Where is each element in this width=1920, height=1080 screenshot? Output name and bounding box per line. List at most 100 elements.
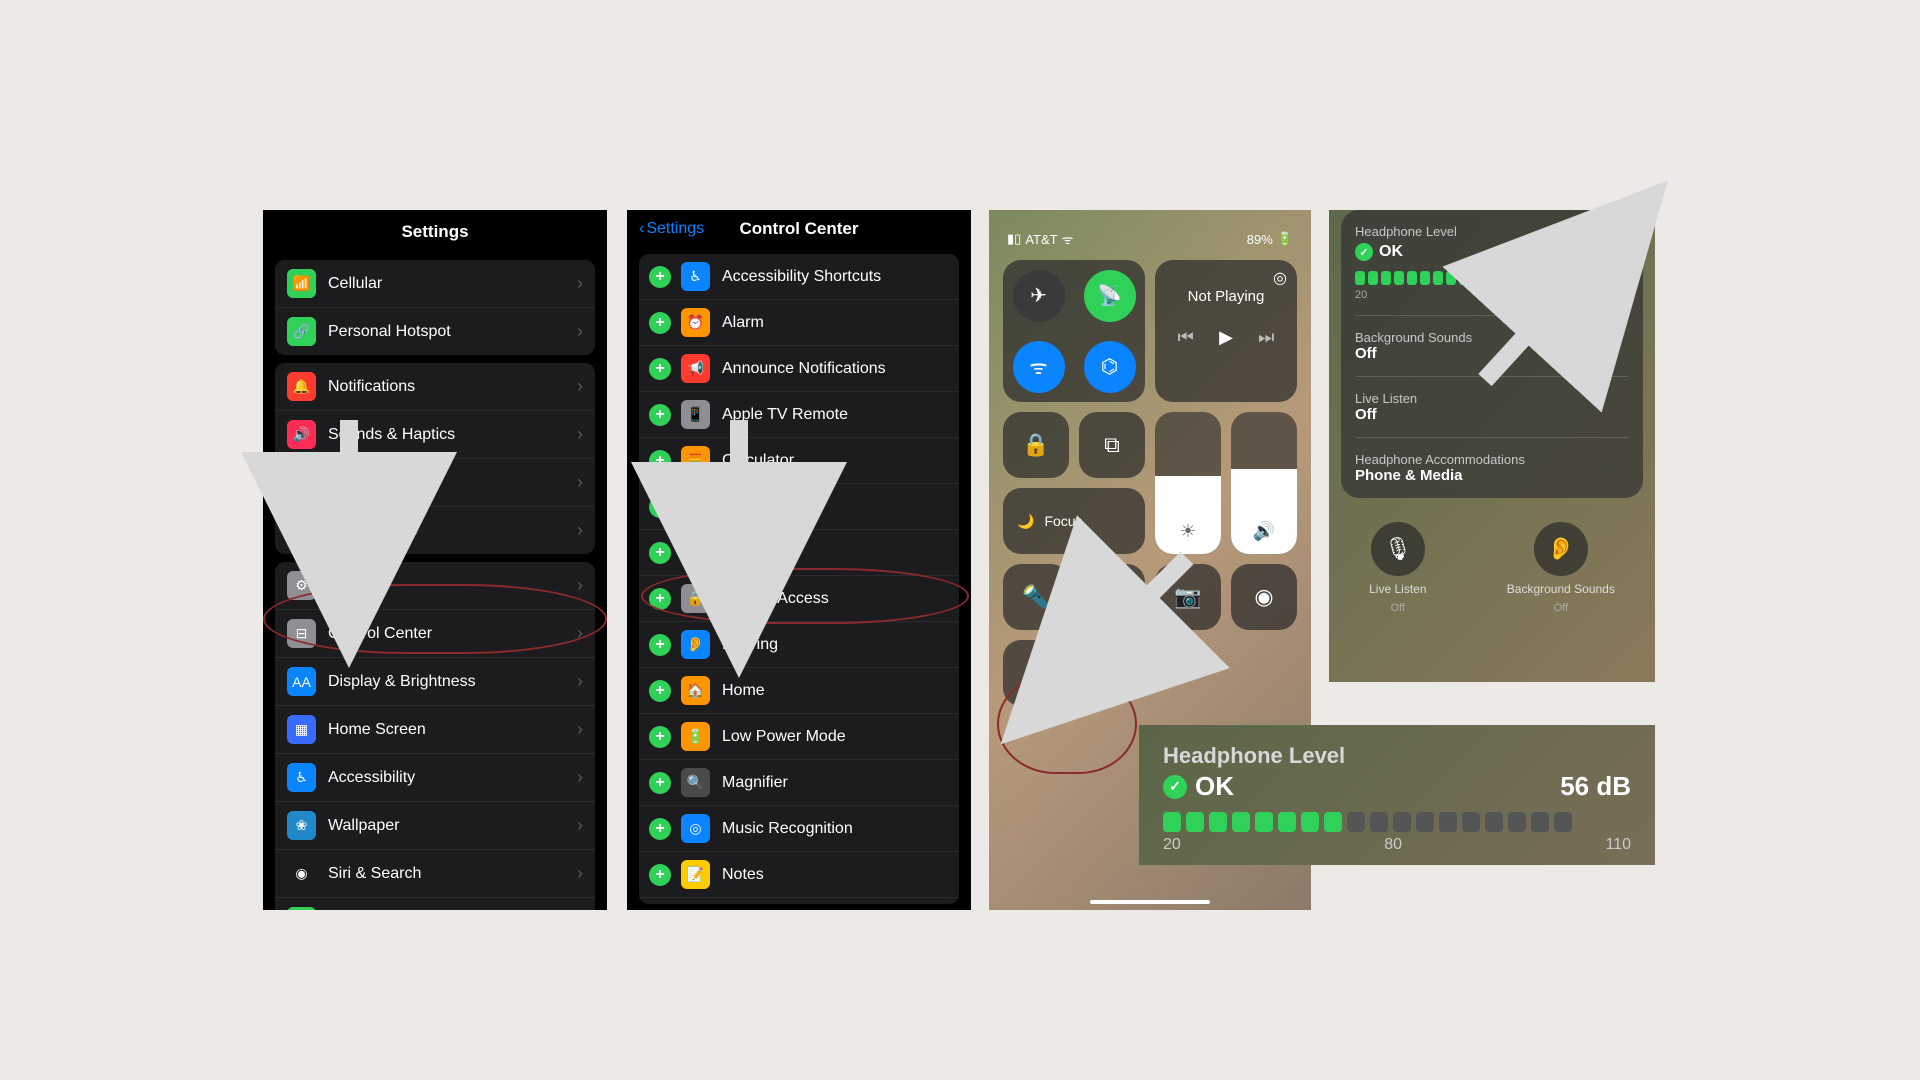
screen-mirroring-button[interactable]: ⧉ [1079,412,1145,478]
timer-button[interactable]: ⏱ [1079,564,1145,630]
row-label: Siri & Search [328,865,577,883]
chevron-left-icon: ‹ [639,220,644,238]
row-icon: 🔗 [287,317,316,346]
settings-row[interactable]: 🔗Personal Hotspot› [275,308,595,355]
scale-high: 110 [1611,289,1629,301]
wifi-button[interactable]: ᯤ [1013,341,1065,393]
brightness-slider[interactable]: ☀︎ [1155,412,1221,554]
add-button[interactable]: + [649,726,671,748]
add-button[interactable]: + [649,818,671,840]
settings-row[interactable]: ◉Siri & Search› [275,850,595,898]
add-button[interactable]: + [649,542,671,564]
settings-row[interactable]: 🔊Sounds & Haptics› [275,411,595,459]
control-center-add-row: + 👂 Hearing [639,622,959,668]
row-label: Display & Brightness [328,673,577,691]
row-icon: ☻ [287,907,316,910]
settings-row[interactable]: ❀ Wallpaper› [275,802,595,850]
row-icon: 🔒 [681,584,710,613]
hearing-detail-panel: Headphone Level ✓OK 56 dB 20 80 110 Back… [1329,210,1655,682]
settings-row[interactable]: 🔔Notifications› [275,363,595,411]
add-button[interactable]: + [649,404,671,426]
add-button[interactable]: + [649,634,671,656]
scale-high: 110 [1605,836,1631,854]
forward-icon[interactable]: ⏭ [1258,327,1274,348]
settings-row[interactable]: ⏳Screen Time› [275,507,595,554]
control-center-add-row: +🔋Low Power Mode [639,714,959,760]
row-label: Home Screen [328,721,577,739]
control-center-add-row: +〰Sound Recognition [639,898,959,904]
row-label: Accessibility Shortcuts [722,268,949,286]
add-button[interactable]: + [649,496,671,518]
volume-slider[interactable]: 🔊 [1231,412,1297,554]
row-icon: 🔍 [681,768,710,797]
airplay-icon[interactable]: ◎ [1273,268,1287,288]
settings-row[interactable]: ▦Home Screen› [275,706,595,754]
row-icon: 👂 [681,630,710,659]
settings-row[interactable]: AADisplay & Brightness› [275,658,595,706]
rotation-lock-button[interactable]: 🔒 [1003,412,1069,478]
add-button[interactable]: + [649,864,671,886]
row-label: Calculator [722,452,949,470]
brightness-icon: ☀︎ [1180,521,1196,542]
row-label: Sounds & Haptics [328,426,577,444]
status-ok-label: OK [1379,243,1403,261]
add-button[interactable]: + [649,588,671,610]
settings-row[interactable]: 🌙Focus› [275,459,595,507]
add-button[interactable]: + [649,450,671,472]
row-icon: ◐ [681,538,710,567]
chevron-right-icon: › [577,671,583,692]
back-button[interactable]: ‹ Settings [639,220,704,238]
control-center-add-row: +📝Notes [639,852,959,898]
chevron-right-icon: › [577,520,583,541]
row-label: Wallpaper [328,817,577,835]
airplane-mode-button[interactable]: ✈︎ [1013,270,1065,322]
scale-low: 20 [1355,289,1367,301]
control-center-add-row: +📢Announce Notifications [639,346,959,392]
add-button[interactable]: + [649,772,671,794]
hearing-button[interactable]: 👂 [1003,640,1069,706]
rewind-icon[interactable]: ⏮ [1178,327,1194,348]
chevron-right-icon: › [577,815,583,836]
row-label: Code Scanner [722,498,949,516]
settings-row[interactable]: ♿︎Accessibility› [275,754,595,802]
bluetooth-button[interactable]: ⌬ [1084,341,1136,393]
play-icon[interactable]: ▶ [1219,327,1233,348]
row-icon: 📶 [287,269,316,298]
row-label: Music Recognition [722,820,949,838]
live-listen-toggle[interactable]: 🎙 Live Listen Off [1369,522,1426,614]
add-button[interactable]: + [649,358,671,380]
screen-record-button[interactable]: ◉ [1231,564,1297,630]
media-module[interactable]: ◎ Not Playing ⏮ ▶ ⏭ [1155,260,1297,402]
control-center-add-row: +🔍Magnifier [639,760,959,806]
row-icon: ▦ [287,715,316,744]
cellular-button[interactable]: 📡 [1084,270,1136,322]
camera-button[interactable]: 📷 [1155,564,1221,630]
settings-row[interactable]: ☻Face ID & Passcode› [275,898,595,910]
row-label: General [328,577,577,595]
flashlight-button[interactable]: 🔦 [1003,564,1069,630]
control-center-add-row: +◎Music Recognition [639,806,959,852]
settings-row[interactable]: 📶Cellular› [275,260,595,308]
row-label: Notes [722,866,949,884]
home-indicator-icon[interactable] [1090,900,1210,904]
settings-row[interactable]: ⚙General› [275,562,595,610]
settings-row[interactable]: ⊟Control Center› [275,610,595,658]
background-sounds-toggle[interactable]: 👂 Background Sounds Off [1507,522,1615,614]
add-button[interactable]: + [649,266,671,288]
add-button[interactable]: + [649,312,671,334]
row-icon: ❀ [287,811,316,840]
chevron-right-icon: › [577,767,583,788]
control-center-add-row: +⌑Code Scanner [639,484,959,530]
row-label: Hearing [722,636,949,654]
focus-label: Focus [1044,513,1082,529]
chevron-right-icon: › [577,623,583,644]
live-listen-label: Live Listen [1355,391,1629,406]
control-center-settings-panel: ‹ Settings Control Center +♿︎Accessibili… [627,210,971,910]
row-label: Guided Access [722,590,949,608]
focus-button[interactable]: 🌙Focus [1003,488,1145,554]
page-title: Settings [263,210,607,252]
control-center-add-row: +🏠Home [639,668,959,714]
battery-label: 89% [1247,232,1273,247]
add-button[interactable]: + [649,680,671,702]
status-bar: ▮▯ AT&T ᯤ 89% 🔋 [1003,224,1297,260]
